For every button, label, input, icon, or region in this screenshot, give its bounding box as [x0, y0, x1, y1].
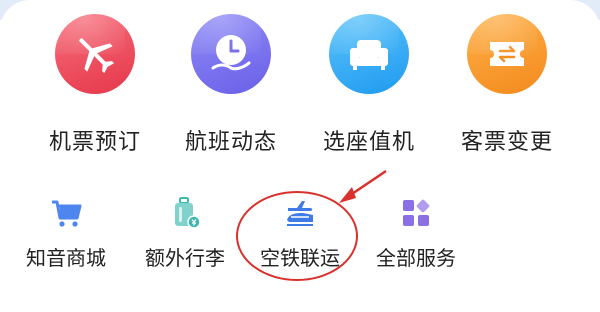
primary-services-row: 机票预订 航班动态 选座值机 客票变更 [0, 14, 600, 156]
luggage-icon [168, 196, 202, 230]
shopping-cart-icon [49, 196, 83, 230]
service-extra-baggage[interactable]: 额外行李 [125, 196, 245, 271]
service-label: 客票变更 [460, 130, 553, 155]
service-all-services[interactable]: 全部服务 [356, 196, 476, 271]
secondary-services-row: 知音商城 额外行李 空铁联运 全部服务 [0, 196, 600, 276]
plane-train-icon [283, 196, 317, 230]
service-label: 选座值机 [322, 130, 415, 155]
service-flight-booking[interactable]: 机票预订 [30, 14, 160, 156]
services-card: 机票预订 航班动态 选座值机 客票变更 知音商城 额外行李 空铁联运 全部服务 [0, 0, 600, 312]
grid-apps-icon [399, 196, 433, 230]
flight-booking-icon-circle [55, 14, 135, 94]
ticket-exchange-icon [490, 42, 524, 66]
service-label: 额外行李 [145, 246, 225, 270]
seat-sofa-icon [350, 40, 388, 70]
service-seat-checkin[interactable]: 选座值机 [304, 14, 434, 156]
service-ticket-change[interactable]: 客票变更 [442, 14, 572, 156]
clock-hand-icon [211, 35, 251, 71]
service-label: 全部服务 [376, 246, 456, 270]
ticket-change-icon-circle [467, 14, 547, 94]
service-label: 空铁联运 [260, 246, 340, 270]
flight-status-icon-circle [191, 14, 271, 94]
airplane-icon [79, 38, 115, 74]
seat-checkin-icon-circle [329, 14, 409, 94]
service-label: 知音商城 [26, 246, 106, 270]
service-zhiyin-mall[interactable]: 知音商城 [6, 196, 126, 271]
service-label: 机票预订 [48, 130, 141, 155]
service-flight-status[interactable]: 航班动态 [166, 14, 296, 156]
service-air-rail[interactable]: 空铁联运 [240, 196, 360, 271]
service-label: 航班动态 [184, 130, 277, 155]
